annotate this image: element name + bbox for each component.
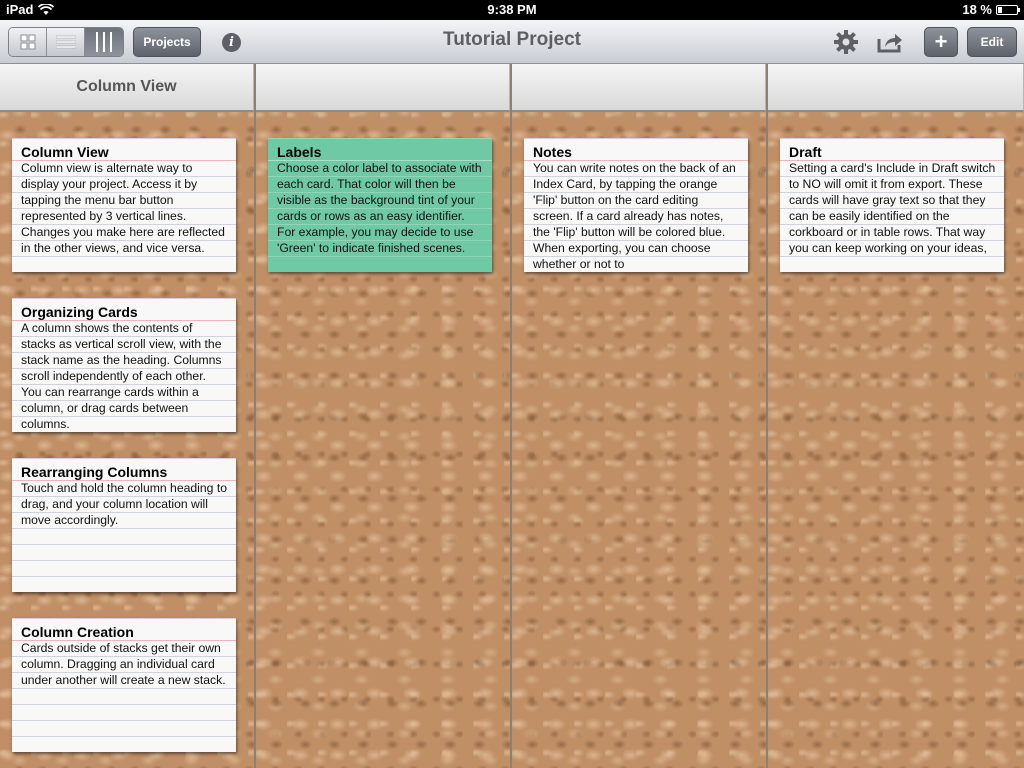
status-bar: iPad 9:38 PM 18 % (0, 0, 1024, 20)
stack-column: Notes You can write notes on the back of … (512, 64, 768, 768)
card-body: You can write notes on the back of an In… (533, 161, 736, 271)
card-body: Choose a color label to associate with e… (277, 161, 482, 255)
index-card[interactable]: Column Creation Cards outside of stacks g… (12, 618, 236, 752)
card-title: Organizing Cards (21, 304, 138, 320)
toolbar: Projects i Tutorial Project + Edit (0, 20, 1024, 64)
index-card[interactable]: Draft Setting a card's Include in Draft s… (780, 138, 1004, 272)
edit-button[interactable]: Edit (967, 27, 1017, 57)
index-card-labeled[interactable]: Labels Choose a color label to associate … (268, 138, 492, 272)
index-card[interactable]: Organizing Cards A column shows the conte… (12, 298, 236, 432)
battery-percent: 18 % (962, 2, 992, 17)
add-card-button[interactable]: + (924, 27, 958, 57)
column-board: Column View Column View Column view is al… (0, 64, 1024, 768)
status-time: 9:38 PM (487, 2, 537, 17)
card-title: Column View (21, 144, 109, 160)
stack-column: Draft Setting a card's Include in Draft s… (768, 64, 1024, 768)
card-title: Notes (533, 144, 572, 160)
column-heading[interactable] (768, 64, 1024, 112)
column-heading[interactable] (256, 64, 510, 112)
column-heading[interactable]: Column View (0, 64, 254, 112)
card-body: Column view is alternate way to display … (21, 161, 225, 255)
stack-column: Labels Choose a color label to associate … (256, 64, 512, 768)
card-body: A column shows the contents of stacks as… (21, 321, 222, 431)
index-card[interactable]: Column View Column view is alternate way … (12, 138, 236, 272)
card-body: Cards outside of stacks get their own co… (21, 641, 226, 687)
share-icon[interactable] (876, 30, 904, 54)
card-title: Rearranging Columns (21, 464, 168, 480)
card-title: Column Creation (21, 624, 134, 640)
stack-column: Column View Column View Column view is al… (0, 64, 256, 768)
index-card[interactable]: Rearranging Columns Touch and hold the co… (12, 458, 236, 592)
card-body: Setting a card's Include in Draft switch… (789, 161, 996, 255)
card-body: Touch and hold the column heading to dra… (21, 481, 227, 527)
gear-icon[interactable] (833, 29, 859, 55)
card-title: Labels (277, 144, 322, 160)
column-heading[interactable] (512, 64, 766, 112)
page-title: Tutorial Project (443, 29, 581, 50)
battery-icon (996, 4, 1020, 15)
card-title: Draft (789, 144, 822, 160)
index-card[interactable]: Notes You can write notes on the back of … (524, 138, 748, 272)
